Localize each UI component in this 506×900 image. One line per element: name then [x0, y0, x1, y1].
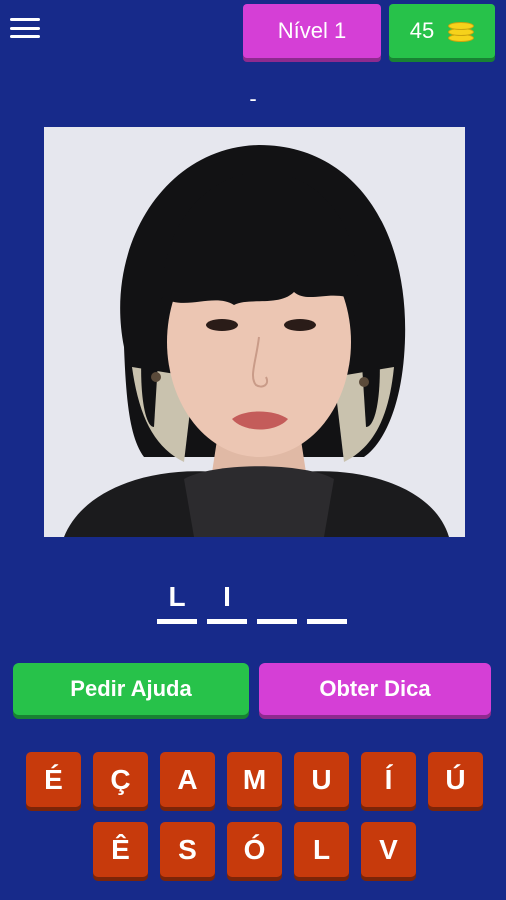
level-label: Nível 1 — [277, 18, 347, 43]
answer-slots: L I — [157, 578, 347, 624]
answer-slot[interactable]: L — [157, 578, 197, 624]
answer-slot[interactable] — [257, 578, 297, 624]
celebrity-photo — [44, 127, 465, 537]
letter-key[interactable]: A — [160, 752, 215, 807]
letter-key[interactable]: Ê — [93, 822, 148, 877]
get-tip-button[interactable]: Obter Dica — [259, 663, 491, 715]
letter-key[interactable]: Ç — [93, 752, 148, 807]
letter-key[interactable]: Ó — [227, 822, 282, 877]
letter-key[interactable]: L — [294, 822, 349, 877]
coins-stack-icon — [448, 20, 475, 42]
hint-text: - — [249, 86, 257, 111]
ask-help-button[interactable]: Pedir Ajuda — [13, 663, 249, 715]
answer-slot[interactable]: I — [207, 578, 247, 624]
answer-slot[interactable] — [307, 578, 347, 624]
level-badge: Nível 1 — [243, 4, 381, 58]
letter-key[interactable]: É — [26, 752, 81, 807]
coins-count: 45 — [409, 18, 435, 43]
coins-badge[interactable]: 45 — [389, 4, 495, 58]
letter-key[interactable]: Í — [361, 752, 416, 807]
letter-key[interactable]: Ú — [428, 752, 483, 807]
letter-key[interactable]: S — [160, 822, 215, 877]
menu-icon[interactable] — [10, 14, 40, 42]
letter-key[interactable]: U — [294, 752, 349, 807]
letter-key[interactable]: M — [227, 752, 282, 807]
letter-key[interactable]: V — [361, 822, 416, 877]
